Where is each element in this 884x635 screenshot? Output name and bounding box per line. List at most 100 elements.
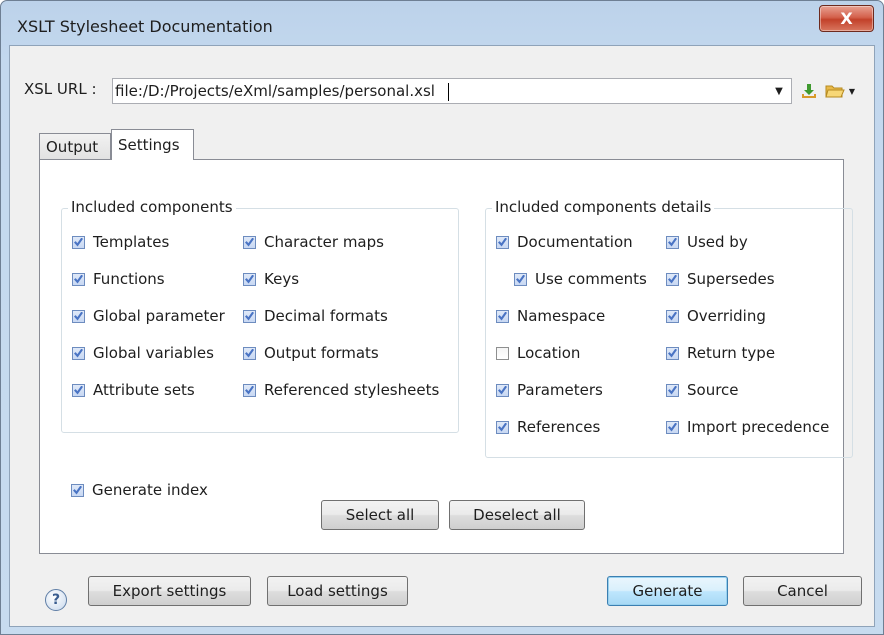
load-settings-button[interactable]: Load settings (267, 576, 408, 606)
checkbox-box[interactable] (72, 383, 85, 397)
checkbox-documentation[interactable]: Documentation (496, 232, 633, 252)
checkbox-box[interactable] (243, 346, 256, 360)
settings-panel: Included components Templates Functions … (39, 159, 853, 554)
tab-settings-label: Settings (118, 136, 180, 154)
checkbox-box[interactable] (72, 346, 85, 360)
download-icon (802, 84, 816, 98)
browse-folder-button[interactable] (824, 80, 846, 102)
tab-output-label: Output (46, 137, 99, 156)
checkbox-return-type[interactable]: Return type (666, 343, 775, 363)
checkbox-use-comments[interactable]: Use comments (514, 269, 647, 289)
checkbox-supersedes[interactable]: Supersedes (666, 269, 775, 289)
title-bar[interactable]: XSLT Stylesheet Documentation X (1, 1, 883, 45)
checkbox-source[interactable]: Source (666, 380, 739, 400)
checkbox-box[interactable] (71, 483, 84, 497)
checkbox-box[interactable] (514, 272, 527, 286)
checkbox-label: Supersedes (687, 270, 775, 288)
checkbox-functions[interactable]: Functions (72, 269, 165, 289)
generate-button[interactable]: Generate (607, 576, 728, 606)
checkbox-label: Global parameter (93, 307, 225, 325)
checkbox-box[interactable] (243, 309, 256, 323)
tab-output[interactable]: Output (39, 133, 111, 159)
generate-label: Generate (632, 582, 703, 600)
deselect-all-button[interactable]: Deselect all (449, 500, 585, 530)
checkbox-box[interactable] (496, 235, 509, 249)
checkbox-box[interactable] (496, 420, 509, 434)
checkbox-parameters[interactable]: Parameters (496, 380, 603, 400)
checkbox-referenced-stylesheets[interactable]: Referenced stylesheets (243, 380, 439, 400)
checkbox-character-maps[interactable]: Character maps (243, 232, 384, 252)
xsl-url-label: XSL URL : (24, 80, 97, 98)
checkbox-box[interactable] (666, 383, 679, 397)
checkbox-label: Generate index (92, 481, 208, 499)
checkbox-global-parameter[interactable]: Global parameter (72, 306, 225, 326)
checkbox-label: Namespace (517, 307, 606, 325)
checkbox-generate-index[interactable]: Generate index (71, 480, 208, 500)
load-settings-label: Load settings (287, 582, 388, 600)
insert-editor-variables-button[interactable] (798, 80, 820, 102)
checkbox-label: Output formats (264, 344, 379, 362)
checkbox-used-by[interactable]: Used by (666, 232, 748, 252)
checkbox-label: Templates (93, 233, 170, 251)
export-settings-label: Export settings (112, 582, 227, 600)
checkbox-box[interactable] (496, 383, 509, 397)
included-components-group: Included components Templates Functions … (61, 198, 459, 433)
checkbox-box[interactable] (243, 272, 256, 286)
checkbox-label: Overriding (687, 307, 766, 325)
select-all-label: Select all (345, 506, 415, 524)
chevron-down-icon: ▼ (775, 85, 783, 97)
checkbox-box[interactable] (666, 420, 679, 434)
window-title: XSLT Stylesheet Documentation (17, 17, 273, 36)
xsl-url-combobox[interactable]: ▼ (112, 78, 792, 104)
checkbox-box[interactable] (666, 309, 679, 323)
checkbox-label: Documentation (517, 233, 633, 251)
checkbox-references[interactable]: References (496, 417, 600, 437)
url-dropdown-arrow[interactable]: ▼ (767, 79, 791, 103)
checkbox-box[interactable] (496, 309, 509, 323)
close-button[interactable]: X (819, 5, 874, 32)
select-all-button[interactable]: Select all (321, 500, 439, 530)
browse-menu-arrow[interactable]: ▼ (846, 80, 858, 102)
help-button[interactable]: ? (45, 589, 67, 611)
included-details-group: Included components details Documentatio… (485, 198, 853, 458)
help-icon: ? (51, 592, 61, 608)
text-caret (448, 83, 449, 101)
checkbox-import-precedence[interactable]: Import precedence (666, 417, 829, 437)
checkbox-decimal-formats[interactable]: Decimal formats (243, 306, 388, 326)
checkbox-label: Return type (687, 344, 776, 362)
deselect-all-label: Deselect all (473, 506, 561, 524)
checkbox-box[interactable] (666, 235, 679, 249)
checkbox-keys[interactable]: Keys (243, 269, 299, 289)
checkbox-label: Use comments (535, 270, 647, 288)
close-icon: X (840, 9, 853, 28)
checkbox-box[interactable] (72, 272, 85, 286)
xsl-url-input[interactable] (115, 81, 751, 101)
checkbox-label: Parameters (517, 381, 603, 399)
checkbox-box[interactable] (72, 309, 85, 323)
checkbox-output-formats[interactable]: Output formats (243, 343, 379, 363)
checkbox-label: Referenced stylesheets (264, 381, 440, 399)
chevron-down-icon: ▼ (848, 86, 856, 96)
checkbox-label: Used by (687, 233, 748, 251)
checkbox-label: Import precedence (687, 418, 830, 436)
dialog-body: XSL URL : ▼ ▼ (9, 45, 875, 627)
checkbox-namespace[interactable]: Namespace (496, 306, 605, 326)
cancel-label: Cancel (777, 582, 828, 600)
cancel-button[interactable]: Cancel (743, 576, 862, 606)
checkbox-location[interactable]: Location (496, 343, 580, 363)
checkbox-overriding[interactable]: Overriding (666, 306, 766, 326)
checkbox-box[interactable] (666, 346, 679, 360)
checkbox-box[interactable] (243, 383, 256, 397)
checkbox-label: Functions (93, 270, 165, 288)
checkbox-attribute-sets[interactable]: Attribute sets (72, 380, 195, 400)
checkbox-box[interactable] (496, 346, 509, 360)
export-settings-button[interactable]: Export settings (88, 576, 251, 606)
checkbox-label: Keys (264, 270, 300, 288)
checkbox-label: Location (517, 344, 581, 362)
checkbox-box[interactable] (243, 235, 256, 249)
tab-settings[interactable]: Settings (111, 129, 194, 160)
checkbox-templates[interactable]: Templates (72, 232, 169, 252)
checkbox-global-variables[interactable]: Global variables (72, 343, 214, 363)
checkbox-box[interactable] (666, 272, 679, 286)
checkbox-box[interactable] (72, 235, 85, 249)
